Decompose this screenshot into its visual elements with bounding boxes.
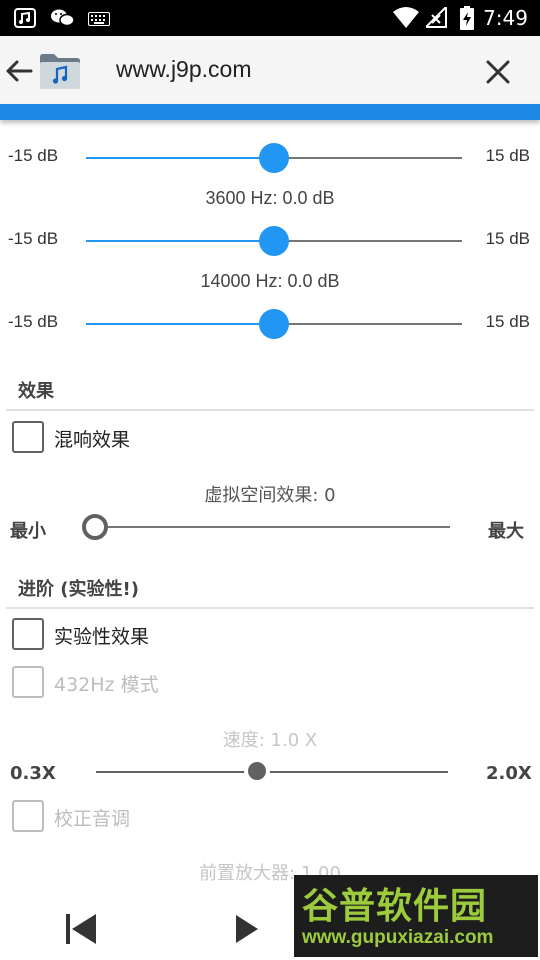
divider (6, 607, 534, 609)
speed-track[interactable] (96, 771, 448, 773)
wechat-icon (50, 8, 76, 32)
accent-strip (0, 104, 540, 120)
slider-thumb[interactable] (259, 226, 289, 256)
eq-band-slider-1[interactable]: -15 dB 15 dB (0, 138, 540, 178)
eq-max-label: 15 dB (485, 229, 530, 248)
clock: 7:49 (483, 6, 528, 30)
slider-track-active (86, 323, 274, 325)
speed-slider-thumb[interactable] (248, 762, 266, 780)
page-title: www.j9p.com (116, 56, 252, 82)
virtualizer-track[interactable] (94, 526, 450, 528)
watermark-url: www.gupuxiazai.com (302, 927, 494, 948)
keyboard-icon (88, 11, 110, 30)
reverb-label: 混响效果 (54, 429, 131, 451)
section-header-advanced: 进阶 (实验性!) (18, 579, 139, 600)
checkbox-box[interactable] (12, 618, 44, 650)
app-bar: www.j9p.com (0, 36, 540, 106)
slider-track-inactive (274, 240, 462, 242)
eq-max-label: 15 dB (485, 312, 530, 331)
slider-thumb[interactable] (259, 143, 289, 173)
speed-label: 速度: 1.0 X (222, 730, 318, 751)
checkbox-box[interactable] (12, 421, 44, 453)
speed-min-label: 0.3X (10, 763, 56, 784)
eq-band-slider-2[interactable]: -15 dB 15 dB (0, 221, 540, 261)
watermark-logo: 谷普软件园 www.gupuxiazai.com (294, 875, 538, 957)
pitch-label: 校正音调 (54, 808, 131, 830)
slider-thumb[interactable] (259, 309, 289, 339)
play-icon[interactable] (234, 914, 260, 948)
slider-track-inactive (274, 323, 462, 325)
eq-band-label: 14000 Hz: 0.0 dB (200, 271, 340, 291)
virtualizer-slider-thumb[interactable] (82, 514, 108, 540)
eq-band-label: 3600 Hz: 0.0 dB (205, 188, 335, 208)
slider-track-inactive (274, 157, 462, 159)
virtualizer-min-label: 最小 (10, 521, 46, 542)
virtualizer-max-label: 最大 (488, 521, 524, 542)
slider-track-active (86, 240, 274, 242)
divider (6, 409, 534, 411)
slider-track-active (86, 157, 274, 159)
wifi-icon (393, 7, 419, 33)
arrow-left-icon[interactable] (4, 56, 34, 86)
virtualizer-label: 虚拟空间效果: 0 (204, 485, 336, 506)
close-icon[interactable] (484, 58, 512, 86)
speed-max-label: 2.0X (486, 763, 532, 784)
watermark-title: 谷普软件园 (302, 886, 488, 927)
checkbox-box[interactable] (12, 666, 44, 698)
experimental-label: 实验性效果 (54, 626, 150, 648)
section-header-effects: 效果 (18, 381, 54, 402)
eq-min-label: -15 dB (8, 312, 59, 331)
eq-min-label: -15 dB (8, 229, 59, 248)
checkbox-box[interactable] (12, 800, 44, 832)
eq-min-label: -15 dB (8, 146, 59, 165)
skip-previous-icon[interactable] (64, 912, 98, 950)
battery-charging-icon (460, 6, 474, 34)
no-sim-icon (423, 4, 448, 33)
status-bar: 7:49 (0, 0, 540, 36)
eq-max-label: 15 dB (485, 146, 530, 165)
music-folder-icon (38, 51, 82, 91)
music-notification-icon (14, 8, 36, 32)
hz432-label: 432Hz 模式 (54, 674, 159, 696)
settings-content[interactable]: -15 dB 15 dB 3600 Hz: 0.0 dB -15 dB 15 d… (0, 120, 540, 960)
eq-band-slider-3[interactable]: -15 dB 15 dB (0, 304, 540, 344)
